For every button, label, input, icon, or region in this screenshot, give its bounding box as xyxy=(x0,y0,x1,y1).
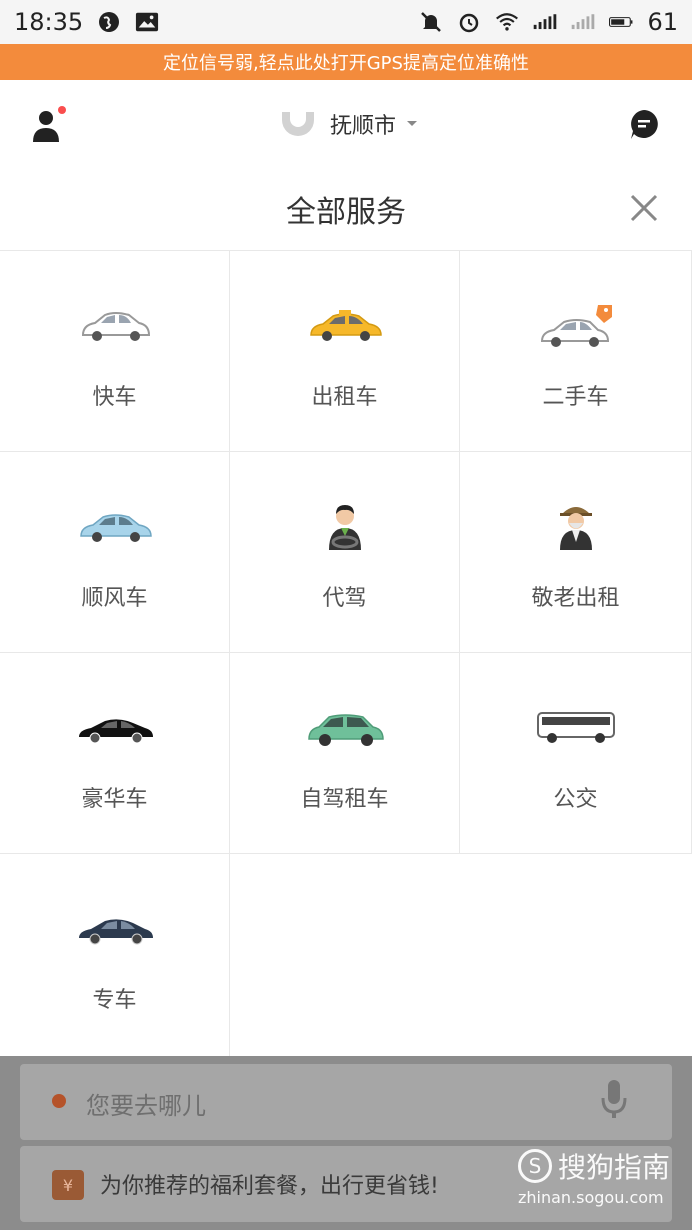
service-bus[interactable]: 公交 xyxy=(460,653,692,854)
didi-logo-icon xyxy=(282,112,314,136)
service-label: 代驾 xyxy=(322,586,367,611)
service-label: 快车 xyxy=(92,385,137,410)
watermark-url: zhinan.sogou.com xyxy=(517,1188,664,1207)
alarm-icon xyxy=(457,10,481,34)
sheet-title: 全部服务 xyxy=(286,195,406,230)
services-grid: 快车 出租车 二手车 顺风车 代驾 敬老出租 豪华车 自驾租车 公交 专车 xyxy=(0,250,692,1057)
gps-notice-banner[interactable]: 定位信号弱,轻点此处打开GPS提高定位准确性 xyxy=(0,44,692,80)
service-luxury[interactable]: 豪华车 xyxy=(0,653,230,854)
designated-driver-icon xyxy=(328,505,361,550)
service-self-drive-rental[interactable]: 自驾租车 xyxy=(230,653,460,854)
image-icon xyxy=(135,10,159,34)
watermark: S 搜狗指南 zhinan.sogou.com xyxy=(517,1146,670,1207)
yellow-taxi-icon xyxy=(309,310,382,341)
globe-icon xyxy=(97,10,121,34)
battery-level: 61 xyxy=(647,8,678,36)
dimmed-overlay[interactable]: 您要去哪儿 ¥ 为你推荐的福利套餐，出行更省钱! S 搜狗指南 zhinan.s… xyxy=(0,1056,692,1230)
empty-area xyxy=(230,855,692,1057)
close-icon xyxy=(630,194,658,222)
signal-icon xyxy=(533,10,557,34)
services-sheet-header: 全部服务 xyxy=(0,168,692,250)
black-luxury-car-icon xyxy=(78,719,153,744)
light-blue-car-icon xyxy=(79,514,152,542)
microphone-icon[interactable] xyxy=(600,1078,628,1122)
signal-3g-icon xyxy=(571,10,595,34)
close-button[interactable] xyxy=(628,192,660,224)
destination-placeholder: 您要去哪儿 xyxy=(86,1092,206,1120)
service-designated-driver[interactable]: 代驾 xyxy=(230,452,460,653)
service-label: 专车 xyxy=(92,988,137,1013)
status-time: 18:35 xyxy=(14,8,84,36)
dark-blue-sedan-icon xyxy=(78,919,153,945)
service-label: 豪华车 xyxy=(81,787,148,812)
service-used-car[interactable]: 二手车 xyxy=(460,251,692,452)
battery-icon xyxy=(609,10,633,34)
wifi-icon xyxy=(495,10,519,34)
service-taxi[interactable]: 出租车 xyxy=(230,251,460,452)
elderly-man-icon xyxy=(559,507,592,550)
service-label: 出租车 xyxy=(311,385,378,410)
white-car-icon xyxy=(81,312,150,341)
watermark-brand: 搜狗指南 xyxy=(557,1151,670,1184)
app-header: 抚顺市 xyxy=(0,80,692,168)
service-label: 敬老出租 xyxy=(531,586,620,611)
message-button[interactable] xyxy=(628,108,660,140)
caret-down-icon xyxy=(407,121,418,126)
green-suv-icon xyxy=(307,714,384,746)
coupon-icon: ¥ xyxy=(52,1170,84,1200)
city-name: 抚顺市 xyxy=(330,114,397,139)
sogou-logo-icon: S xyxy=(517,1149,552,1183)
mute-bell-icon xyxy=(419,10,443,34)
service-express[interactable]: 快车 xyxy=(0,251,230,452)
bus-icon xyxy=(536,712,615,743)
destination-input[interactable]: 您要去哪儿 xyxy=(20,1064,672,1140)
service-label: 自驾租车 xyxy=(300,787,389,812)
service-elderly-taxi[interactable]: 敬老出租 xyxy=(460,452,692,653)
chat-bubble-icon xyxy=(631,110,658,139)
used-car-tag-icon xyxy=(540,305,612,347)
service-carpool[interactable]: 顺风车 xyxy=(0,452,230,653)
service-label: 顺风车 xyxy=(81,586,148,611)
service-label: 二手车 xyxy=(542,385,609,410)
notification-dot xyxy=(58,106,66,114)
status-bar: 18:35 61 xyxy=(0,0,692,44)
city-selector[interactable]: 抚顺市 xyxy=(278,102,418,146)
promo-text: 为你推荐的福利套餐，出行更省钱! xyxy=(100,1174,439,1199)
service-premier[interactable]: 专车 xyxy=(0,854,230,1057)
destination-dot-icon xyxy=(52,1094,66,1108)
service-label: 公交 xyxy=(553,787,598,812)
